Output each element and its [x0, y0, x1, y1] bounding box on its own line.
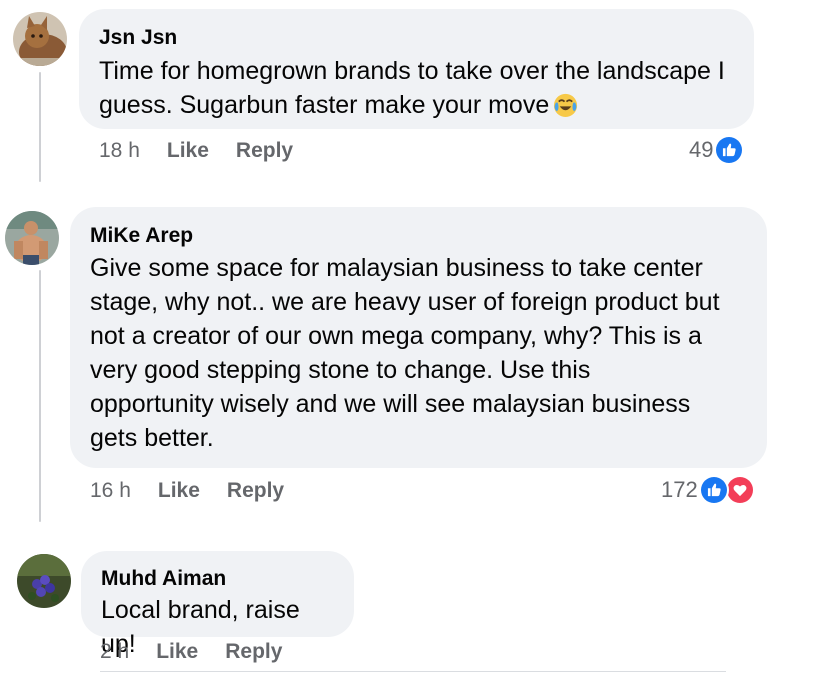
- comment-actions: 16 h Like Reply: [90, 478, 284, 504]
- like-button[interactable]: Like: [158, 478, 200, 504]
- divider: [100, 671, 726, 672]
- comment-text: Give some space for malaysian business t…: [90, 254, 720, 452]
- reply-button[interactable]: Reply: [236, 138, 293, 164]
- comment-bubble: Muhd Aiman Local brand, raise up!: [81, 551, 354, 658]
- comment-author[interactable]: Muhd Aiman: [101, 566, 334, 591]
- comment-timestamp[interactable]: 16 h: [90, 478, 131, 504]
- reactions-summary[interactable]: 49: [689, 135, 745, 165]
- reaction-count: 49: [689, 137, 714, 162]
- thread-line: [39, 270, 41, 522]
- avatar[interactable]: [5, 211, 59, 265]
- thread-line: [39, 72, 41, 182]
- comment-timestamp[interactable]: 2 h: [100, 639, 129, 665]
- love-icon: [724, 475, 755, 505]
- avatar[interactable]: [17, 554, 71, 608]
- like-icon: [714, 135, 745, 165]
- reply-button[interactable]: Reply: [225, 639, 282, 665]
- avatar-person-image: [5, 211, 59, 265]
- comment-actions: 2 h Like Reply: [100, 639, 282, 665]
- avatar[interactable]: [13, 12, 67, 66]
- comment-actions: 18 h Like Reply: [99, 138, 293, 164]
- reaction-count: 172: [661, 477, 698, 502]
- comment-author[interactable]: MiKe Arep: [90, 223, 747, 248]
- comment-text-body: Time for homegrown brands to take over t…: [99, 57, 725, 119]
- comment-bubble: Jsn Jsn Time for homegrown brands to tak…: [79, 9, 754, 129]
- avatar-flower-image: [17, 554, 71, 608]
- comment-timestamp[interactable]: 18 h: [99, 138, 140, 164]
- reactions-summary[interactable]: 172: [661, 475, 755, 505]
- like-button[interactable]: Like: [156, 639, 198, 665]
- reply-button[interactable]: Reply: [227, 478, 284, 504]
- laughing-crying-emoji-icon: [552, 91, 579, 118]
- comment-author[interactable]: Jsn Jsn: [99, 25, 734, 50]
- like-icon: [698, 475, 729, 505]
- avatar-cat-image: [13, 12, 67, 66]
- comment-bubble: MiKe Arep Give some space for malaysian …: [70, 207, 767, 468]
- comment-text: Time for homegrown brands to take over t…: [99, 54, 734, 122]
- like-button[interactable]: Like: [167, 138, 209, 164]
